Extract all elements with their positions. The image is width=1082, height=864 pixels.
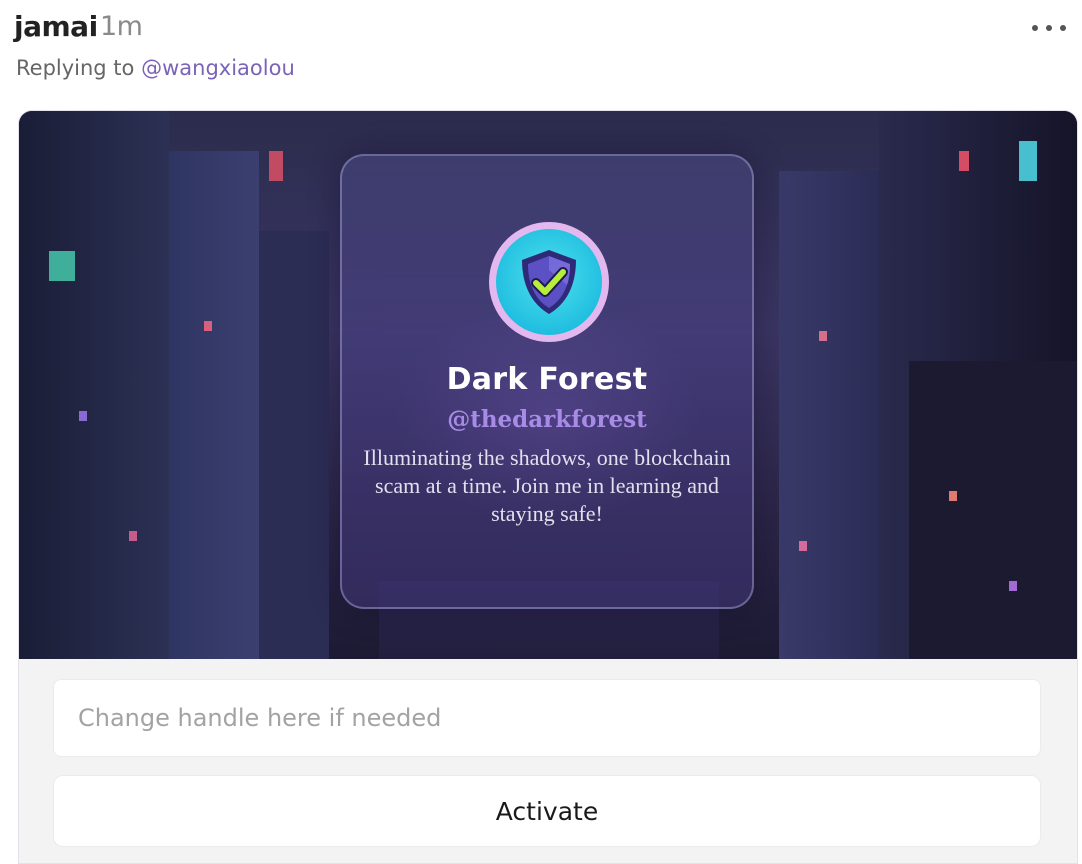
window-light — [79, 411, 87, 421]
frame-image: Dark Forest @thedarkforest Illuminating … — [19, 111, 1077, 659]
profile-name: Dark Forest — [446, 362, 648, 397]
reply-prefix: Replying to — [16, 56, 135, 80]
profile-card: Dark Forest @thedarkforest Illuminating … — [340, 154, 754, 609]
avatar — [489, 222, 609, 342]
window-light — [204, 321, 212, 331]
frame-card: Dark Forest @thedarkforest Illuminating … — [18, 110, 1078, 864]
handle-input[interactable] — [53, 679, 1041, 757]
reply-mention-link[interactable]: @wangxiaolou — [141, 56, 295, 80]
window-light — [799, 541, 807, 551]
building — [169, 151, 259, 659]
post-header: jamai 1m — [14, 8, 1082, 48]
activate-button[interactable]: Activate — [53, 775, 1041, 847]
window-light — [819, 331, 827, 341]
dot — [1046, 25, 1052, 31]
avatar-background — [496, 229, 602, 335]
window-light — [129, 531, 137, 541]
window-light — [49, 251, 75, 281]
author-name[interactable]: jamai — [14, 10, 98, 43]
more-options-icon[interactable] — [1032, 16, 1066, 40]
post-timestamp: 1m — [100, 11, 143, 42]
building — [259, 231, 329, 659]
building — [779, 171, 879, 659]
window-light — [959, 151, 969, 171]
reply-context: Replying to @wangxiaolou — [16, 56, 295, 80]
building — [19, 111, 169, 659]
shield-check-icon — [522, 250, 576, 314]
window-light — [949, 491, 957, 501]
profile-bio: Illuminating the shadows, one blockchain… — [363, 445, 731, 526]
dot — [1060, 25, 1066, 31]
window-light — [1019, 141, 1037, 181]
building — [909, 361, 1077, 659]
window-light — [1009, 581, 1017, 591]
profile-handle: @thedarkforest — [447, 406, 647, 433]
window-light — [269, 151, 283, 181]
dot — [1032, 25, 1038, 31]
